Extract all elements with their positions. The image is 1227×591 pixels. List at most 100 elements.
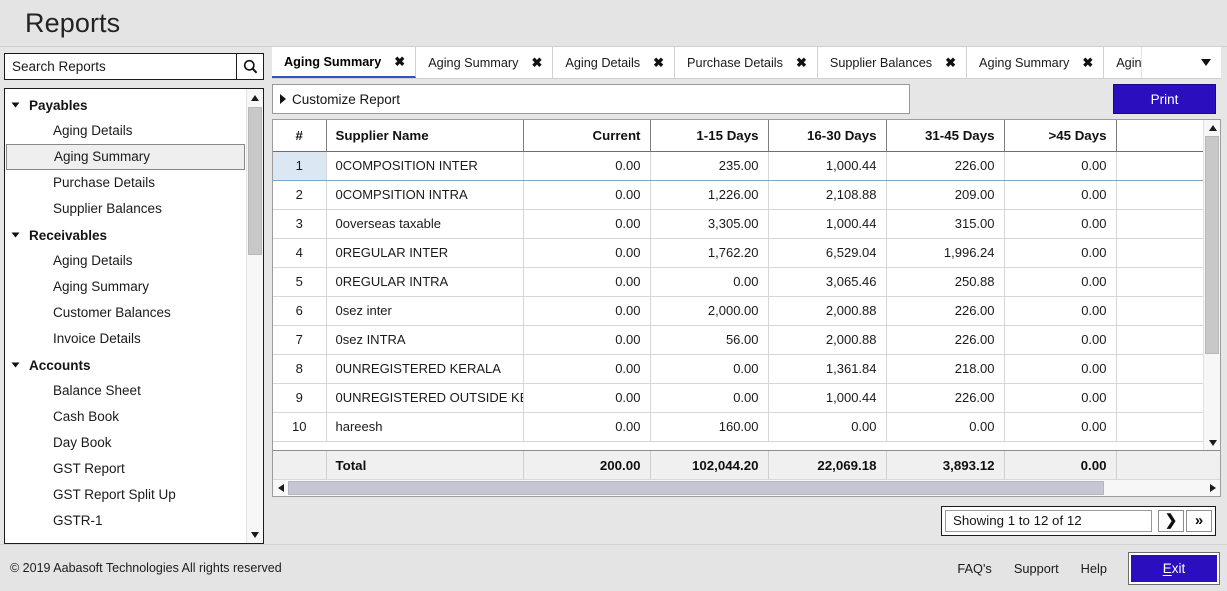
tab-close-icon[interactable]: ✖ xyxy=(945,56,956,69)
column-header-16-30[interactable]: 16-30 Days xyxy=(768,120,887,152)
sidebar-item-gst-report-split-up[interactable]: GST Report Split Up xyxy=(5,482,246,508)
cell-16-30-days: 1,000.44 xyxy=(768,383,887,413)
table-row[interactable]: 90UNREGISTERED OUTSIDE KER...0.000.001,0… xyxy=(273,383,1203,413)
tab-0[interactable]: Aging Summary ✖ xyxy=(272,47,417,78)
tab-3[interactable]: Purchase Details ✖ xyxy=(675,47,818,78)
grid-hscroll-track[interactable] xyxy=(288,480,1205,497)
table-row[interactable]: 1 0COMPOSITION INTER 0.00 235.00 1,000.44 226… xyxy=(273,151,1203,181)
sidebar-item-aging-details[interactable]: Aging Details xyxy=(5,248,246,274)
sidebar-item-supplier-balances[interactable]: Supplier Balances xyxy=(5,196,246,222)
tree-group-accounts[interactable]: Accounts xyxy=(5,352,246,378)
grid-scroll-right-button[interactable] xyxy=(1205,480,1220,497)
tree-group-receivables[interactable]: Receivables xyxy=(5,222,246,248)
table-row[interactable]: 2 0COMPSITION INTRA 0.00 1,226.00 2,108.88 20… xyxy=(273,180,1203,210)
grid-vertical-scrollbar[interactable] xyxy=(1203,120,1220,450)
table-row[interactable]: 3 0overseas taxable 0.00 3,305.00 1,000.44 31… xyxy=(273,209,1203,239)
last-page-button[interactable]: » xyxy=(1186,509,1212,532)
column-header-45plus[interactable]: >45 Days xyxy=(1004,120,1117,152)
grid-horizontal-scrollbar[interactable] xyxy=(273,479,1220,496)
exit-label-first-letter: E xyxy=(1162,560,1172,576)
tab-label: Aging Summary xyxy=(979,55,1070,70)
search-input[interactable] xyxy=(4,53,236,80)
tab-5[interactable]: Aging Summary ✖ xyxy=(967,47,1105,78)
tab-close-icon[interactable]: ✖ xyxy=(796,56,807,69)
sidebar-item-aging-details[interactable]: Aging Details xyxy=(5,118,246,144)
tab-close-icon[interactable]: ✖ xyxy=(531,56,542,69)
sidebar-item-gst-report[interactable]: GST Report xyxy=(5,456,246,482)
print-button[interactable]: Print xyxy=(1113,84,1216,114)
triangle-expanded-icon xyxy=(11,232,20,238)
sidebar-item-cash-book[interactable]: Cash Book xyxy=(5,404,246,430)
grid-scroll-down-button[interactable] xyxy=(1204,435,1220,450)
footer-bar: © 2019 Aabasoft Technologies All rights … xyxy=(0,544,1227,591)
next-page-button[interactable]: ❯ xyxy=(1158,509,1184,532)
column-header-31-45[interactable]: 31-45 Days xyxy=(886,120,1005,152)
search-button[interactable] xyxy=(236,53,264,80)
cell-total: 4, xyxy=(1116,296,1203,326)
cell-index: 2 xyxy=(273,180,327,210)
sidebar-item-invoice-details[interactable]: Invoice Details xyxy=(5,326,246,352)
tree-group-label: Receivables xyxy=(29,227,108,243)
sidebar-scroll-up-button[interactable] xyxy=(246,89,263,106)
sidebar-item-aging-summary[interactable]: Aging Summary xyxy=(5,274,246,300)
column-header-total[interactable] xyxy=(1116,120,1203,152)
tab-2[interactable]: Aging Details ✖ xyxy=(553,47,676,78)
cell-total: 10, xyxy=(1116,238,1203,268)
cell-supplier-name: 0UNREGISTERED KERALA xyxy=(326,354,524,384)
cell-45-plus-days: 0.00 xyxy=(1004,296,1117,326)
column-header-supplier[interactable]: Supplier Name xyxy=(326,120,524,152)
sidebar-item-balance-sheet[interactable]: Balance Sheet xyxy=(5,378,246,404)
tab-strip: Aging Summary ✖ Aging Summary ✖ Aging Detail… xyxy=(272,47,1221,79)
sidebar-item-aging-summary[interactable]: Aging Summary xyxy=(6,144,245,170)
grid-scroll-up-button[interactable] xyxy=(1204,120,1220,135)
tab-close-icon[interactable]: ✖ xyxy=(653,56,664,69)
report-grid: # Supplier Name Current 1-15 Days 16-30 … xyxy=(272,119,1221,497)
column-header-index[interactable]: # xyxy=(273,120,327,152)
table-row[interactable]: 10 hareesh 0.00 160.00 0.00 0.00 0.00 xyxy=(273,412,1203,442)
column-header-current[interactable]: Current xyxy=(523,120,651,152)
cell-total: 1, xyxy=(1116,151,1203,181)
triangle-right-icon xyxy=(280,94,286,104)
cell-45-plus-days: 0.00 xyxy=(1004,267,1117,297)
table-row[interactable]: 6 0sez inter 0.00 2,000.00 2,000.88 226.00 0.0… xyxy=(273,296,1203,326)
cell-16-30-days: 0.00 xyxy=(768,412,887,442)
cell-16-30-days: 1,000.44 xyxy=(768,209,887,239)
tab-label: Aging Details xyxy=(565,55,641,70)
help-link[interactable]: Help xyxy=(1081,561,1107,576)
cell-total: 1, xyxy=(1116,383,1203,413)
table-row[interactable]: 4 0REGULAR INTER 0.00 1,762.20 6,529.04 1,996… xyxy=(273,238,1203,268)
cell-supplier-name: 0REGULAR INTRA xyxy=(326,267,524,297)
cell-16-30-days: 1,000.44 xyxy=(768,151,887,181)
exit-button[interactable]: Exit xyxy=(1128,551,1220,585)
sidebar-vertical-scrollbar[interactable] xyxy=(246,89,263,543)
cell-31-45-days: 226.00 xyxy=(886,325,1005,355)
cell-current: 0.00 xyxy=(523,383,651,413)
faq-link[interactable]: FAQ's xyxy=(957,561,991,576)
customize-report-toggle[interactable]: Customize Report xyxy=(272,84,910,114)
cell-current: 0.00 xyxy=(523,296,651,326)
tab-4[interactable]: Supplier Balances ✖ xyxy=(817,47,968,78)
grid-hscrollbar-thumb[interactable] xyxy=(288,480,1105,495)
support-link[interactable]: Support xyxy=(1014,561,1059,576)
sidebar-item-purchase-details[interactable]: Purchase Details xyxy=(5,170,246,196)
sidebar-item-day-book[interactable]: Day Book xyxy=(5,430,246,456)
table-row[interactable]: 8 0UNREGISTERED KERALA 0.00 0.00 1,361.84 218… xyxy=(273,354,1203,384)
tab-overflow-button[interactable] xyxy=(1141,47,1221,78)
sidebar-scroll-down-button[interactable] xyxy=(246,526,263,543)
column-header-1-15[interactable]: 1-15 Days xyxy=(650,120,769,152)
sidebar-scrollbar-thumb[interactable] xyxy=(248,107,262,255)
tab-1[interactable]: Aging Summary ✖ xyxy=(416,47,554,78)
tab-close-icon[interactable]: ✖ xyxy=(1082,56,1093,69)
tab-close-icon[interactable]: ✖ xyxy=(394,55,405,68)
total-current: 200.00 xyxy=(523,451,651,479)
sidebar-item-gstr-1[interactable]: GSTR-1 xyxy=(5,508,246,534)
grid-scroll-left-button[interactable] xyxy=(273,480,288,497)
reports-tree-panel: Payables Aging Details Aging Summary Purcha… xyxy=(4,88,264,544)
table-row[interactable]: 5 0REGULAR INTRA 0.00 0.00 3,065.46 250.88 0.0… xyxy=(273,267,1203,297)
tree-group-payables[interactable]: Payables xyxy=(5,92,246,118)
grid-scrollbar-thumb[interactable] xyxy=(1205,136,1219,354)
cell-supplier-name: 0UNREGISTERED OUTSIDE KER... xyxy=(326,383,524,413)
table-row[interactable]: 70sez INTRA0.0056.002,000.88226.000.002, xyxy=(273,325,1203,355)
cell-supplier-name: 0sez inter xyxy=(326,296,524,326)
sidebar-item-customer-balances[interactable]: Customer Balances xyxy=(5,300,246,326)
